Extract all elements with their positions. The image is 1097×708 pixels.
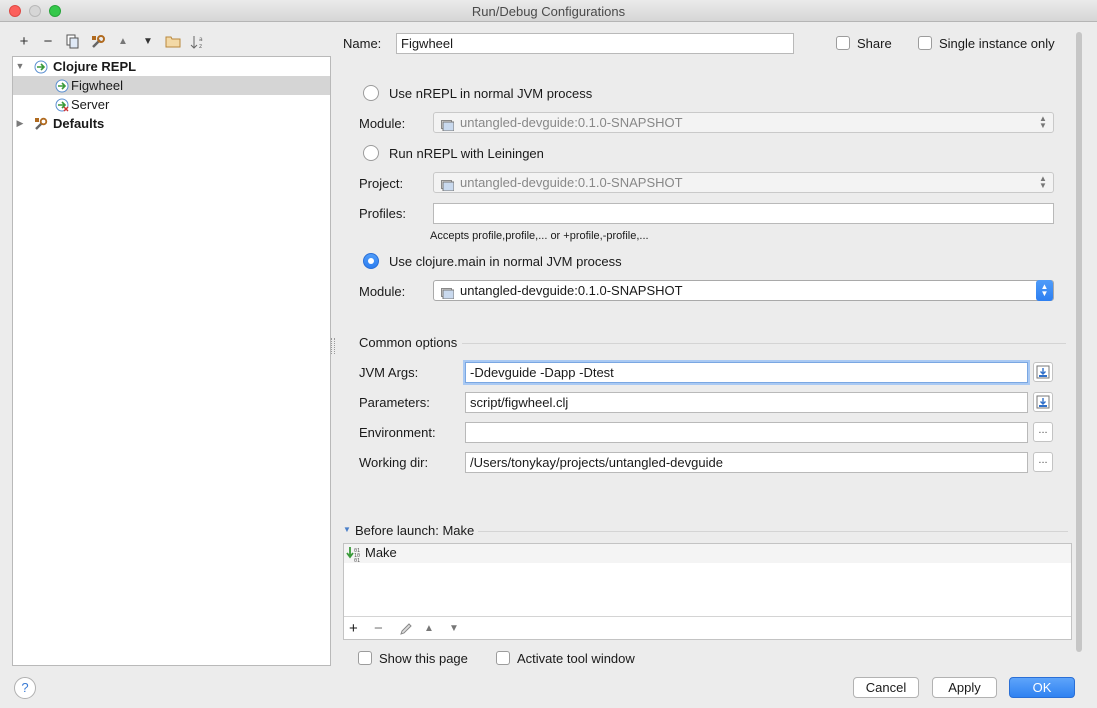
insert-macro-button[interactable]: [1033, 362, 1053, 382]
insert-macro-button[interactable]: [1033, 392, 1053, 412]
parameters-label: Parameters:: [359, 395, 430, 410]
list-item[interactable]: 01 10 01 Make: [344, 544, 1071, 565]
module2-value: untangled-devguide:0.1.0-SNAPSHOT: [460, 283, 683, 298]
chevron-right-icon[interactable]: ▶: [15, 114, 25, 133]
profiles-label: Profiles:: [359, 206, 406, 221]
environment-browse-button[interactable]: ...: [1033, 422, 1053, 442]
environment-input[interactable]: [465, 422, 1028, 443]
list-item-label: Make: [365, 545, 397, 560]
svg-text:a: a: [199, 36, 203, 43]
make-icon: 01 10 01: [346, 546, 362, 565]
divider: [462, 343, 1066, 344]
vertical-scrollbar[interactable]: [1074, 32, 1084, 652]
divider: [344, 616, 1071, 617]
remove-task-button[interactable]: −: [374, 620, 383, 637]
clojure-main-label: Use clojure.main in normal JVM process: [389, 254, 622, 269]
project-select-disabled: untangled-devguide:0.1.0-SNAPSHOT ▲ ▼: [433, 172, 1054, 193]
module-icon: [441, 285, 455, 300]
module-value: untangled-devguide:0.1.0-SNAPSHOT: [460, 115, 683, 130]
share-label: Share: [857, 36, 892, 51]
name-label: Name:: [343, 36, 382, 51]
project-label: Project:: [359, 176, 404, 191]
name-input[interactable]: Figwheel: [396, 33, 794, 54]
folder-icon[interactable]: [163, 32, 183, 52]
tree-item-defaults[interactable]: ▶ Defaults: [13, 114, 330, 133]
window-title: Run/Debug Configurations: [471, 4, 626, 19]
module-select[interactable]: untangled-devguide:0.1.0-SNAPSHOT ▲ ▼: [433, 280, 1054, 301]
working-dir-label: Working dir:: [359, 455, 429, 470]
environment-label: Environment:: [359, 425, 436, 440]
module-icon: [441, 117, 455, 132]
activate-tool-window-label: Activate tool window: [517, 651, 635, 666]
profiles-hint: Accepts profile,profile,... or +profile,…: [430, 230, 649, 242]
nrepl-lein-label: Run nREPL with Leiningen: [389, 146, 544, 161]
tree-item-label: Clojure REPL: [53, 59, 137, 74]
tree-item-clojure-repl[interactable]: ▼ Clojure REPL: [13, 57, 330, 76]
nrepl-jvm-radio[interactable]: [363, 85, 379, 101]
activate-tool-window-checkbox[interactable]: [496, 651, 510, 665]
jvm-args-input[interactable]: -Ddevguide -Dapp -Dtest: [465, 362, 1028, 383]
ok-button[interactable]: OK: [1009, 677, 1075, 698]
tree-item-label: Defaults: [53, 116, 105, 131]
working-dir-input[interactable]: /Users/tonykay/projects/untangled-devgui…: [465, 452, 1028, 473]
before-launch-header[interactable]: Before launch: Make: [355, 523, 474, 539]
pencil-icon[interactable]: [399, 622, 413, 639]
module-icon: [441, 177, 455, 192]
single-instance-checkbox[interactable]: [918, 36, 932, 50]
cancel-button[interactable]: Cancel: [853, 677, 919, 698]
apply-button[interactable]: Apply: [932, 677, 997, 698]
module-label: Module:: [359, 116, 406, 131]
updown-arrows-icon[interactable]: ▲ ▼: [1036, 280, 1053, 301]
jvm-args-label: JVM Args:: [359, 365, 419, 380]
divider: [478, 531, 1068, 532]
module-select-disabled: untangled-devguide:0.1.0-SNAPSHOT ▲ ▼: [433, 112, 1054, 133]
chevron-down-icon[interactable]: ▼: [15, 57, 25, 76]
updown-arrows-icon: ▲ ▼: [1039, 174, 1047, 190]
nrepl-lein-radio[interactable]: [363, 145, 379, 161]
scrollbar-thumb[interactable]: [1076, 32, 1082, 652]
project-value: untangled-devguide:0.1.0-SNAPSHOT: [460, 175, 683, 190]
single-instance-label: Single instance only: [939, 36, 1055, 51]
sort-icon[interactable]: az: [188, 32, 208, 52]
profiles-input[interactable]: [433, 203, 1054, 224]
move-task-down-button[interactable]: ▼: [449, 623, 459, 634]
nrepl-jvm-label: Use nREPL in normal JVM process: [389, 86, 593, 101]
chevron-down-icon[interactable]: ▼: [343, 525, 351, 534]
move-task-up-button[interactable]: ▲: [424, 623, 434, 634]
clojure-repl-icon: [55, 79, 69, 93]
add-configuration-button[interactable]: +: [14, 32, 34, 52]
add-task-button[interactable]: +: [349, 620, 358, 637]
common-options-header: Common options: [359, 335, 458, 350]
edit-defaults-icon[interactable]: [88, 32, 108, 52]
copy-configuration-icon[interactable]: [63, 32, 83, 52]
wrench-icon: [34, 117, 48, 131]
share-checkbox[interactable]: [836, 36, 850, 50]
svg-text:z: z: [199, 43, 202, 50]
show-page-label: Show this page: [379, 651, 468, 666]
splitter-handle[interactable]: [331, 338, 335, 354]
remove-configuration-button[interactable]: −: [38, 32, 58, 52]
clojure-main-radio[interactable]: [363, 253, 379, 269]
clojure-repl-icon: [55, 98, 69, 112]
configuration-tree[interactable]: ▼ Clojure REPL Figwheel Server ▶ Default…: [12, 56, 331, 666]
help-button[interactable]: ?: [14, 677, 36, 699]
clojure-repl-icon: [34, 60, 48, 74]
module2-label: Module:: [359, 284, 406, 299]
show-page-checkbox[interactable]: [358, 651, 372, 665]
tree-item-server[interactable]: Server: [13, 95, 330, 114]
before-launch-list[interactable]: 01 10 01 Make + − ▲ ▼: [343, 543, 1072, 640]
move-down-button[interactable]: ▼: [138, 32, 158, 52]
tree-item-label: Figwheel: [71, 78, 124, 93]
tree-item-figwheel[interactable]: Figwheel: [13, 76, 330, 95]
svg-text:01: 01: [354, 558, 360, 562]
parameters-input[interactable]: script/figwheel.clj: [465, 392, 1028, 413]
updown-arrows-icon: ▲ ▼: [1039, 114, 1047, 130]
move-up-button[interactable]: ▲: [113, 32, 133, 52]
tree-item-label: Server: [71, 97, 110, 112]
working-dir-browse-button[interactable]: ...: [1033, 452, 1053, 472]
